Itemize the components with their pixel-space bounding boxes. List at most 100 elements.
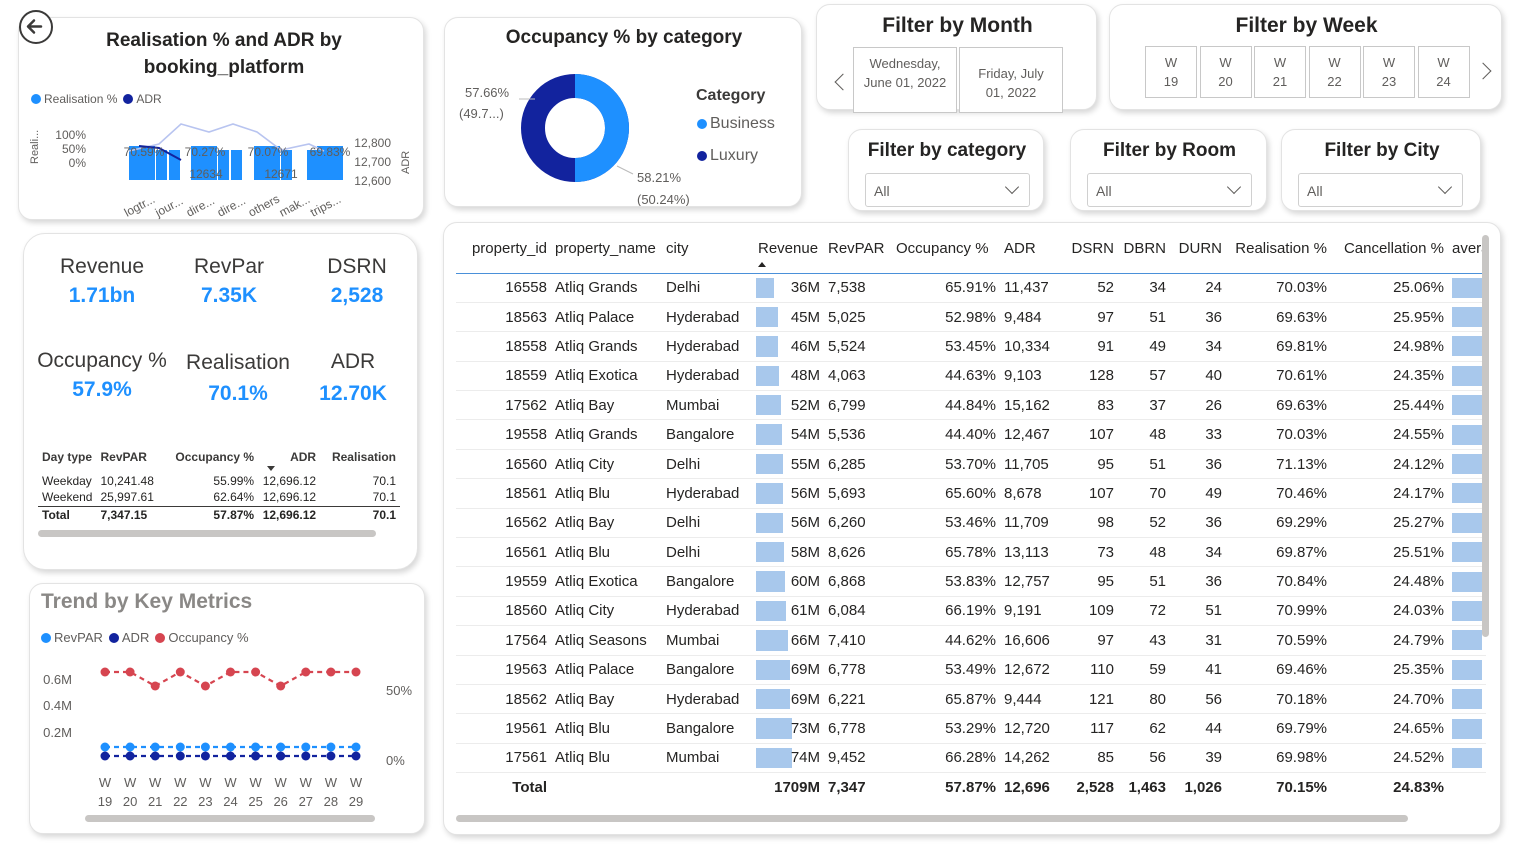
trend-chart-card: Trend by Key Metrics RevPAR ADR Occupanc… (29, 583, 425, 834)
cell-property_id: 16560 (456, 449, 551, 480)
daytype-cell: 70.1 (372, 473, 396, 488)
header-realisation[interactable]: Realisation % (1226, 225, 1331, 274)
back-button[interactable] (19, 10, 53, 44)
average-databar (1452, 659, 1482, 680)
filter-category-card: Filter by category All (848, 129, 1044, 211)
cell-adr: 11,705 (1000, 449, 1063, 480)
cell-city: Mumbai (662, 743, 754, 774)
average-databar (1452, 336, 1482, 357)
revenue-databar (756, 365, 780, 387)
daytype-header-realisation[interactable]: Realisation (320, 442, 400, 472)
header-dsrn[interactable]: DSRN (1063, 225, 1118, 274)
table-row[interactable]: 18559 Atliq Exotica Hyderabad 48M 4,063 44.63… (456, 361, 1486, 392)
cell-city: Delhi (662, 508, 754, 539)
category-dropdown[interactable]: All (865, 173, 1030, 207)
header-property-id[interactable]: property_id (456, 225, 551, 274)
table-row[interactable]: 16562 Atliq Bay Delhi 56M 6,260 53.46% 11,709 9… (456, 508, 1486, 539)
legend-item-occupancy: Occupancy % (155, 630, 249, 645)
week-axis-number: 19 (98, 794, 112, 809)
table-row[interactable]: 18560 Atliq City Hyderabad 61M 6,084 66.19% 9,… (456, 596, 1486, 627)
table-row[interactable]: 19558 Atliq Grands Bangalore 54M 5,536 44.40%… (456, 419, 1486, 450)
property-table-hscroll[interactable] (456, 815, 1408, 822)
property-table-vscroll[interactable] (1482, 235, 1489, 637)
cell-dsrn: 107 (1063, 419, 1118, 450)
realisation-bar-small-3 (231, 150, 242, 180)
week-tile-24[interactable]: W 24 (1417, 46, 1470, 98)
week-tile-21[interactable]: W 21 (1254, 46, 1306, 98)
table-row[interactable]: 19563 Atliq Palace Bangalore 69M 6,778 53.49%… (456, 655, 1486, 685)
revenue-databar (756, 747, 792, 769)
header-cancellation[interactable]: Cancellation % (1331, 225, 1448, 274)
city-dropdown[interactable]: All (1298, 173, 1463, 207)
filter-room-title: Filter by Room (1102, 140, 1236, 161)
daytype-scrollbar[interactable] (38, 530, 376, 537)
week-tile-23[interactable]: W 23 (1363, 46, 1415, 98)
header-average[interactable]: avera (1448, 225, 1486, 274)
table-row[interactable]: 18561 Atliq Blu Hyderabad 56M 5,693 65.60% 8,6… (456, 478, 1486, 509)
header-adr[interactable]: ADR (1000, 225, 1063, 274)
week-tile-19[interactable]: W 19 (1145, 46, 1197, 98)
header-revenue[interactable]: Revenue (754, 225, 824, 274)
cell-average (1448, 508, 1486, 539)
table-row[interactable]: 19561 Atliq Blu Bangalore 73M 6,778 53.29% 12,… (456, 713, 1486, 744)
kpi-dsrn-label: DSRN (327, 255, 387, 278)
right-tick-0: 12,800 (354, 136, 391, 150)
table-row[interactable]: 19559 Atliq Exotica Bangalore 60M 6,868 53.83… (456, 566, 1486, 597)
cell-durn: 36 (1170, 508, 1226, 539)
header-city[interactable]: city (662, 225, 754, 274)
cell-revenue: 69M (754, 655, 824, 685)
table-row[interactable]: 16558 Atliq Grands Delhi 36M 7,538 65.91% 11,4… (456, 273, 1486, 303)
week-axis-letter: W (300, 775, 313, 790)
revenue-databar (756, 630, 789, 651)
week-tile-20[interactable]: W 20 (1199, 46, 1252, 98)
table-row[interactable]: 17564 Atliq Seasons Mumbai 66M 7,410 44.62% 16… (456, 625, 1486, 656)
revenue-databar (756, 453, 783, 475)
revpar-point (175, 742, 185, 752)
room-dropdown[interactable]: All (1087, 173, 1252, 207)
header-dbrn[interactable]: DBRN (1118, 225, 1170, 274)
trend-scrollbar[interactable] (85, 815, 375, 822)
category-label-0: logtr... (122, 192, 157, 220)
cell-city: Hyderabad (662, 596, 754, 627)
occupancy-point (276, 681, 286, 691)
daytype-header-daytype[interactable]: Day type (38, 442, 96, 472)
month-prev-arrow[interactable] (834, 73, 852, 91)
week-axis-letter: W (199, 775, 212, 790)
daytype-header-revpar[interactable]: RevPAR (96, 442, 166, 472)
table-row[interactable]: 18562 Atliq Bay Hyderabad 69M 6,221 65.87% 9,4… (456, 684, 1486, 715)
cell-revenue: 56M (754, 508, 824, 539)
total-empty (551, 772, 662, 803)
table-row[interactable]: 18563 Atliq Palace Hyderabad 45M 5,025 52.98%… (456, 302, 1486, 333)
header-durn[interactable]: DURN (1170, 225, 1226, 274)
cell-occupancy: 53.83% (892, 566, 1000, 597)
table-row[interactable]: 16560 Atliq City Delhi 55M 6,285 53.70% 11,705… (456, 449, 1486, 480)
month-tile-june[interactable]: Wednesday, June 01, 2022 (853, 47, 957, 113)
kpi-revenue-value: 1.71bn (68, 284, 136, 307)
occupancy-point (125, 667, 135, 677)
cell-city: Hyderabad (662, 331, 754, 362)
cell-durn: 24 (1170, 273, 1226, 303)
adr-point (125, 751, 135, 761)
table-row[interactable]: 17561 Atliq Blu Mumbai 74M 9,452 66.28% 14,262… (456, 743, 1486, 774)
category-label-6: trips... (308, 192, 343, 220)
table-row[interactable]: 16561 Atliq Blu Delhi 58M 8,626 65.78% 13,113 7… (456, 537, 1486, 568)
month-tile-july[interactable]: Friday, July 01, 2022 (959, 47, 1063, 113)
cell-average (1448, 390, 1486, 421)
daytype-header-adr[interactable]: ADR (258, 442, 320, 472)
cell-durn: 36 (1170, 566, 1226, 597)
cell-property_id: 17562 (456, 390, 551, 421)
table-row[interactable]: 18558 Atliq Grands Hyderabad 46M 5,524 53.45%… (456, 331, 1486, 362)
occupancy-point (326, 667, 336, 677)
total-durn: 1,026 (1170, 772, 1226, 803)
header-occupancy[interactable]: Occupancy % (892, 225, 1000, 274)
header-property-name[interactable]: property_name (551, 225, 662, 274)
cell-property_id: 18561 (456, 478, 551, 509)
week-tile-22[interactable]: W 22 (1308, 46, 1361, 98)
table-row[interactable]: 17562 Atliq Bay Mumbai 52M 6,799 44.84% 15,162… (456, 390, 1486, 421)
property-table: property_id property_name city Revenue R… (456, 225, 1486, 803)
week-next-arrow[interactable] (1474, 62, 1492, 80)
cell-property_id: 19563 (456, 655, 551, 685)
total-revpar: 7,347 (824, 772, 892, 803)
daytype-header-occupancy[interactable]: Occupancy % (166, 442, 258, 472)
header-revpar[interactable]: RevPAR (824, 225, 892, 274)
